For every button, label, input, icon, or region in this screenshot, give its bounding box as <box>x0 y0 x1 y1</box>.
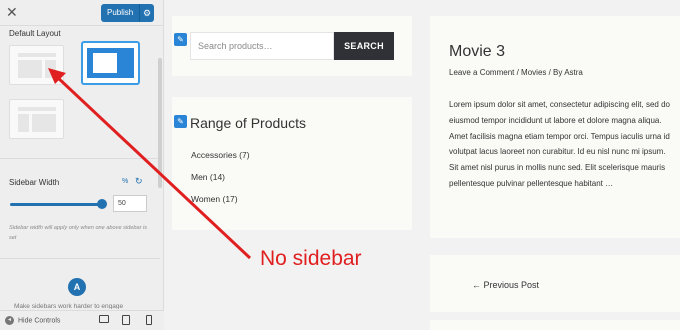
hide-controls-button[interactable]: ◂ Hide Controls <box>5 316 60 325</box>
layout-preview-content <box>18 60 42 78</box>
post-title[interactable]: Movie 3 <box>449 43 505 61</box>
layout-option-no-sidebar[interactable] <box>82 42 139 84</box>
edit-pencil-icon[interactable]: ✎ <box>174 33 187 46</box>
category-link[interactable]: Women (17) <box>191 194 238 204</box>
search-input[interactable]: Search products… <box>190 32 334 60</box>
search-button[interactable]: SEARCH <box>334 32 394 60</box>
desktop-preview-icon[interactable] <box>99 315 109 323</box>
category-link[interactable]: Movies <box>521 68 546 77</box>
meta-separator: / By <box>546 68 565 77</box>
publish-label: Publish <box>107 8 134 17</box>
category-link[interactable]: Men (14) <box>191 172 225 182</box>
layout-preview-bar <box>18 107 56 111</box>
divider <box>0 158 160 159</box>
section-title: Default Layout <box>9 29 61 38</box>
category-link[interactable]: Accessories (7) <box>191 150 250 160</box>
author-link[interactable]: Astra <box>564 68 583 77</box>
customizer-panel: ✕ Publish ⚙ Default Layout Sidebar Width… <box>0 0 164 330</box>
layout-option-default[interactable] <box>9 45 64 85</box>
layout-preview-content <box>32 114 56 132</box>
previous-post-link[interactable]: ← Previous Post <box>472 280 539 290</box>
layout-option-right-sidebar[interactable] <box>9 99 64 139</box>
sidebar-width-note: Sidebar width will apply only when one a… <box>9 225 148 241</box>
sidebar-width-input[interactable]: 50 <box>113 195 147 212</box>
publish-button[interactable]: Publish ⚙ <box>101 4 154 22</box>
collapse-icon: ◂ <box>5 316 14 325</box>
sidebar-width-slider[interactable] <box>10 203 102 206</box>
panel-scrollbar[interactable] <box>158 58 162 188</box>
divider <box>0 258 160 259</box>
sidebar-width-unit[interactable]: % <box>122 178 128 185</box>
gear-icon[interactable]: ⚙ <box>139 4 154 22</box>
close-icon[interactable]: ✕ <box>6 5 18 19</box>
tablet-preview-icon[interactable] <box>122 315 130 325</box>
comment-link[interactable]: Leave a Comment <box>449 68 514 77</box>
reset-icon[interactable]: ↻ <box>135 176 143 187</box>
post-navigation <box>430 255 680 312</box>
customizer-footer: ◂ Hide Controls <box>0 310 164 330</box>
layout-preview-content <box>93 53 117 73</box>
customizer-header: ✕ Publish ⚙ <box>0 0 163 26</box>
mobile-preview-icon[interactable] <box>146 315 152 325</box>
post-meta: Leave a Comment / Movies / By Astra <box>449 68 583 77</box>
next-card <box>430 320 680 330</box>
astra-logo-icon: A <box>68 278 86 296</box>
hide-controls-label: Hide Controls <box>18 317 61 325</box>
annotation-label: No sidebar <box>260 247 362 270</box>
promo-text: Make sidebars work harder to engage <box>14 303 124 309</box>
sidebar-width-slider-thumb[interactable] <box>97 199 107 209</box>
edit-pencil-icon[interactable]: ✎ <box>174 115 187 128</box>
layout-preview-sidebar <box>18 114 29 132</box>
layout-preview-bar <box>18 53 56 57</box>
layout-preview-sidebar <box>45 60 56 78</box>
sidebar-width-label: Sidebar Width <box>9 178 60 187</box>
post-excerpt: Lorem ipsum dolor sit amet, consectetur … <box>449 100 670 188</box>
widget-title: Range of Products <box>190 115 306 131</box>
